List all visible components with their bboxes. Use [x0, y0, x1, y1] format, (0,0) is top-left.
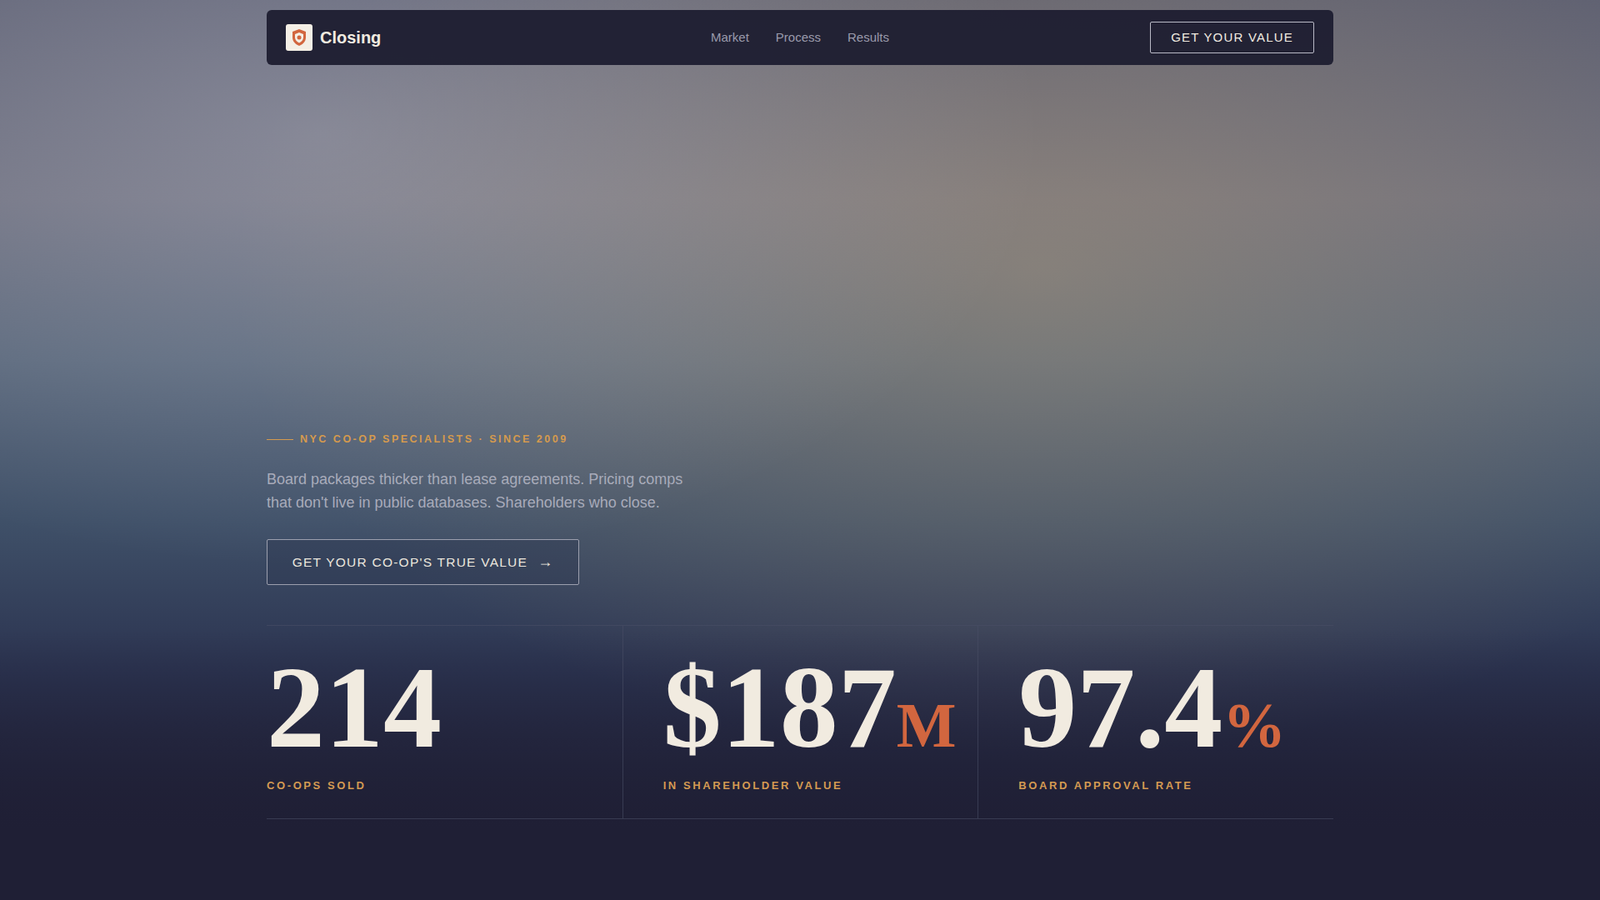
stat: $187M IN SHAREHOLDER VALUE	[622, 625, 979, 820]
eyebrow: NYC CO-OP SPECIALISTS · SINCE 2009	[266, 431, 1334, 448]
stats-row: 214CO-OPS SOLD$187MIN SHAREHOLDER VALUE9…	[266, 625, 1334, 820]
hero-content: NYC CO-OP SPECIALISTS · SINCE 2009 Board …	[266, 65, 1334, 820]
brand-name: Closing	[320, 25, 381, 50]
get-value-button[interactable]: GET YOUR VALUE	[1150, 21, 1315, 54]
stat: 97.4% BOARD APPROVAL RATE	[977, 625, 1334, 820]
stat-value: 214	[266, 649, 442, 766]
stat-value: $187	[663, 649, 897, 766]
page: Closing Market Process Results GET YOUR VALU…	[0, 0, 1600, 900]
cta-button[interactable]: GET YOUR CO-OP'S TRUE VALUE →	[266, 539, 580, 585]
arrow-icon: →	[537, 550, 554, 574]
shield-logo-icon	[285, 24, 313, 51]
top-nav: Closing Market Process Results GET YOUR VALU…	[266, 10, 1334, 65]
nav-link[interactable]: Results	[847, 28, 890, 48]
hero-body: Board packages thicker than lease agreem…	[266, 467, 709, 515]
cta-label: GET YOUR CO-OP'S TRUE VALUE	[292, 552, 529, 572]
nav-link[interactable]: Process	[775, 28, 821, 48]
stat: 214 CO-OPS SOLD	[266, 625, 623, 820]
stat-value: 97.4	[1018, 649, 1223, 766]
stat-suffix: M	[896, 693, 957, 757]
stat-label: IN SHAREHOLDER VALUE	[663, 777, 979, 795]
nav-links: Market Process Results	[710, 28, 890, 48]
stat-label: BOARD APPROVAL RATE	[1018, 777, 1334, 795]
brand[interactable]: Closing	[285, 24, 586, 51]
nav-link[interactable]: Market	[710, 28, 750, 48]
stat-suffix: %	[1222, 693, 1286, 757]
stat-label: CO-OPS SOLD	[266, 777, 623, 795]
